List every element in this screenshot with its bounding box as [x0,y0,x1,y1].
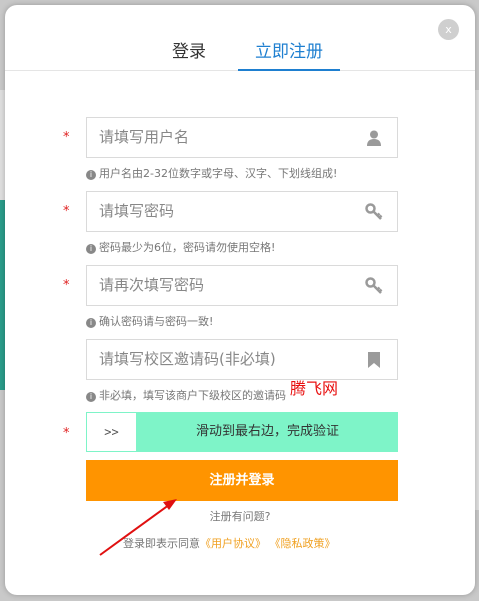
annotation-arrow [99,499,177,556]
register-dialog: x 登录 立即注册 * 请填写用户名 i 用户名由2-32位数字或字母、汉字、下划… [5,5,475,595]
